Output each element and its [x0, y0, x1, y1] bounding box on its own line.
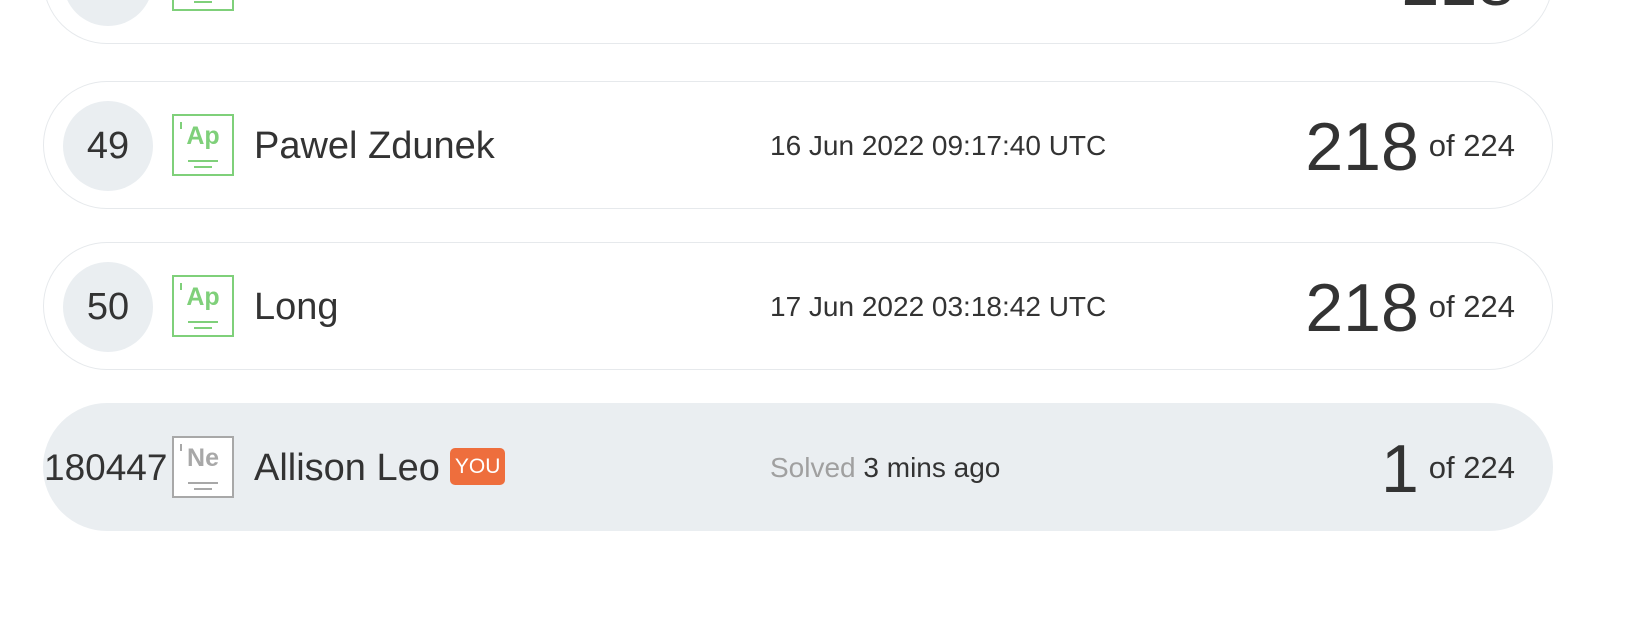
player-name-text[interactable]: Allison Leo [254, 447, 440, 489]
player-name[interactable]: Long [254, 243, 339, 371]
score-total: of 224 [1428, 128, 1515, 163]
element-line [194, 488, 212, 490]
score-value: 1 [1380, 431, 1419, 507]
score: 218 [1402, 0, 1515, 45]
element-line [194, 327, 212, 329]
leaderboard-row: 218 [43, 0, 1553, 44]
player-name[interactable]: Pawel Zdunek [254, 82, 495, 210]
rank-number: 180447 [44, 447, 168, 488]
score-total: of 224 [1428, 450, 1515, 485]
you-badge: YOU [449, 448, 506, 486]
solved-label: Solved [770, 452, 856, 483]
element-symbol: Ne [187, 444, 219, 472]
element-line [194, 166, 212, 168]
current-user-row[interactable]: 180447 Ne Allison Leo YOU Solved 3 mins a… [43, 403, 1553, 531]
score: 218 of 224 [1305, 82, 1515, 210]
element-line [188, 160, 218, 162]
score: 218 of 224 [1305, 243, 1515, 371]
player-name[interactable]: Allison Leo YOU [254, 404, 506, 532]
element-symbol: Ap [186, 122, 220, 150]
element-symbol: Ap [186, 283, 220, 311]
element-line [188, 321, 218, 323]
rank-badge [63, 0, 153, 26]
score-value: 218 [1402, 0, 1515, 16]
rank-badge: 49 [63, 101, 153, 191]
completion-date: 17 Jun 2022 03:18:42 UTC [770, 291, 1107, 322]
level-element-icon: Ap [172, 114, 234, 176]
completion-date: 16 Jun 2022 09:17:40 UTC [770, 130, 1107, 161]
score-total: of 224 [1428, 289, 1515, 324]
level-element-icon: Ap [172, 275, 234, 337]
solved-time-value: 3 mins ago [863, 452, 1001, 483]
leaderboard-row[interactable]: 50 Ap Long 17 Jun 2022 03:18:42 UTC 218 … [43, 242, 1553, 370]
solved-time: Solved 3 mins ago [770, 404, 1000, 532]
element-line [194, 1, 212, 3]
level-element-icon [172, 0, 234, 11]
leaderboard-row[interactable]: 49 Ap Pawel Zdunek 16 Jun 2022 09:17:40 … [43, 81, 1553, 209]
score: 1 of 224 [1381, 404, 1515, 532]
rank-badge: 50 [63, 262, 153, 352]
score-value: 218 [1305, 270, 1419, 346]
level-element-icon: Ne [172, 436, 234, 498]
score-value: 218 [1305, 109, 1419, 185]
element-line [188, 482, 218, 484]
